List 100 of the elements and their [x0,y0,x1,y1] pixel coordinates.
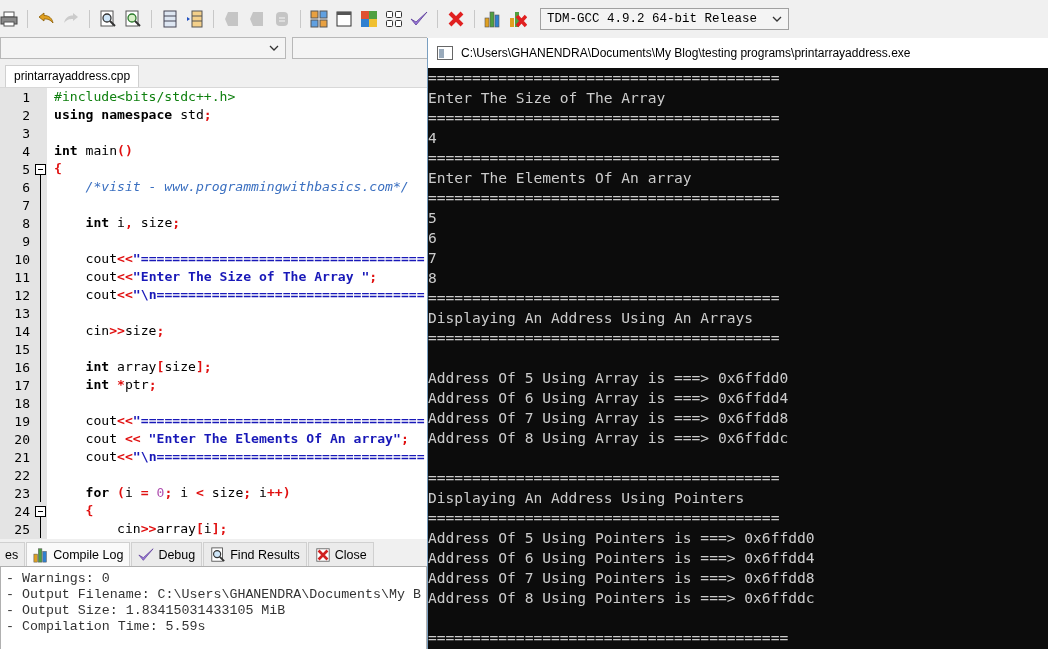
console-line: ======================================== [428,68,781,88]
console-line: Address Of 8 Using Pointers is ===> 0x6ffddc [428,588,816,608]
code-line: { [84,502,95,520]
console-line: Displaying An Address Using Pointers [428,488,746,508]
console-icon [437,46,453,60]
console-line: Address Of 6 Using Pointers is ===> 0x6ffdd4 [428,548,816,568]
log-line: - Output Filename: C:\Users\GHANENDRA\Documents\My B [6,587,422,603]
console-line: ======================================== [428,188,781,208]
line-number: 20 [13,431,30,447]
code-line: using namespace std; [54,106,213,124]
line-number: 25 [13,521,30,537]
console-line: Address Of 6 Using Array is ===> 0x6ffdd4 [428,388,790,408]
console-line: 5 [428,208,438,228]
line-number: 14 [13,323,30,339]
code-line: cout<<"==================================== [84,412,426,430]
console-line: ======================================== [428,468,781,488]
tiles-icon[interactable] [385,10,403,28]
console-line: ======================================== [428,508,781,528]
collapse-icon[interactable] [35,505,46,517]
panel-tab[interactable]: Find Results [203,542,307,566]
line-number: 9 [21,233,30,249]
code-line: cout<<"Enter The Size of The Array "; [84,268,379,286]
line-number: 6 [21,179,30,195]
check-icon [138,546,155,563]
log-line: - Warnings: 0 [6,571,111,587]
line-number: 10 [13,251,30,267]
console-line: ======================================== [428,108,781,128]
code-editor[interactable] [0,87,427,539]
window-icon[interactable] [335,10,353,28]
search-page-icon[interactable] [124,10,142,28]
code-line: cout<<"==================================== [84,250,426,268]
bar-chart-icon [33,546,50,563]
line-number: 16 [13,359,30,375]
caret-icon [269,44,279,51]
panel-tab[interactable]: es [0,542,26,566]
line-number: 1 [21,89,30,105]
console-line: ======================================== [428,288,781,308]
code-line: cout << "Enter The Elements Of An array"; [84,430,410,448]
code-line: for (i = 0; i < size; i++) [84,484,292,502]
line-number: 18 [13,395,30,411]
code-line: cout<<"\n================================== [84,286,426,304]
console-line: Address Of 7 Using Pointers is ===> 0x6ffdd8 [428,568,816,588]
line-number: 11 [13,269,30,285]
code-line: int array[size]; [84,358,213,376]
line-number: 23 [13,485,30,501]
panel-tab[interactable]: Compile Log [26,542,131,566]
line-number: 24 [13,503,30,519]
grid-icon[interactable] [310,10,328,28]
line-number: 12 [13,287,30,303]
window-title: C:\Users\GHANENDRA\Documents\My Blog\testing programs\printarrayaddress.exe [461,46,911,60]
bar-chart-cross-icon[interactable] [509,10,527,28]
indent-icon[interactable] [186,10,204,28]
log-line: - Compilation Time: 5.59s [6,619,207,635]
line-number: 21 [13,449,30,465]
close-icon [314,546,331,563]
log-line: - Output Size: 1.83415031433105 MiB [6,603,287,619]
search-icon[interactable] [99,10,117,28]
squares-icon[interactable] [360,10,378,28]
panel-icon[interactable] [161,10,179,28]
line-number: 4 [21,143,30,159]
console-line: 7 [428,248,438,268]
line-number: 13 [13,305,30,321]
console-line: ======================================== [428,148,781,168]
line-number: 7 [21,197,30,213]
line-number: 17 [13,377,30,393]
caret-icon [772,16,782,22]
console-line: 4 [428,128,438,148]
code-line: cin>>array[i]; [116,520,229,538]
panel-tab[interactable]: Debug [131,542,203,566]
line-number: 5 [21,161,30,177]
console-line: Address Of 5 Using Pointers is ===> 0x6ffdd0 [428,528,816,548]
console-line: Address Of 5 Using Array is ===> 0x6ffdd0 [428,368,790,388]
code-line: int *ptr; [84,376,158,394]
check-icon[interactable] [410,10,428,28]
code-line: int i, size; [84,214,182,232]
console-line: Enter The Size of The Array [428,88,667,108]
console-line: ========================================= [428,628,790,648]
console-line: Displaying An Address Using An Arrays [428,308,755,328]
code-line: cout<<"\n================================== [84,448,426,466]
line-number: 22 [13,467,30,483]
code-line: /*visit - www.programmingwithbasics.com*/ [84,178,410,196]
line-number: 19 [13,413,30,429]
cross-icon[interactable] [447,10,465,28]
compiler-dropdown[interactable]: TDM-GCC 4.9.2 64-bit Release [540,8,789,30]
panel-tab[interactable]: Close [307,542,374,566]
file-tab[interactable]: printarrayaddress.cpp [5,65,140,87]
line-number: 3 [21,125,30,141]
console-line: Enter The Elements Of An array [428,168,693,188]
bar-chart-icon[interactable] [484,10,502,28]
console-line: Address Of 8 Using Array is ===> 0x6ffddc [428,428,790,448]
console-line: 8 [428,268,438,288]
code-line: { [54,160,63,178]
console-line: 6 [428,228,438,248]
code-line: #include<bits/stdc++.h> [54,88,237,106]
line-number: 15 [13,341,30,357]
search-icon [210,546,227,563]
code-line: int main() [54,142,134,160]
printer-icon[interactable] [0,10,18,28]
collapse-icon[interactable] [35,163,46,175]
console-line: ======================================== [428,328,781,348]
